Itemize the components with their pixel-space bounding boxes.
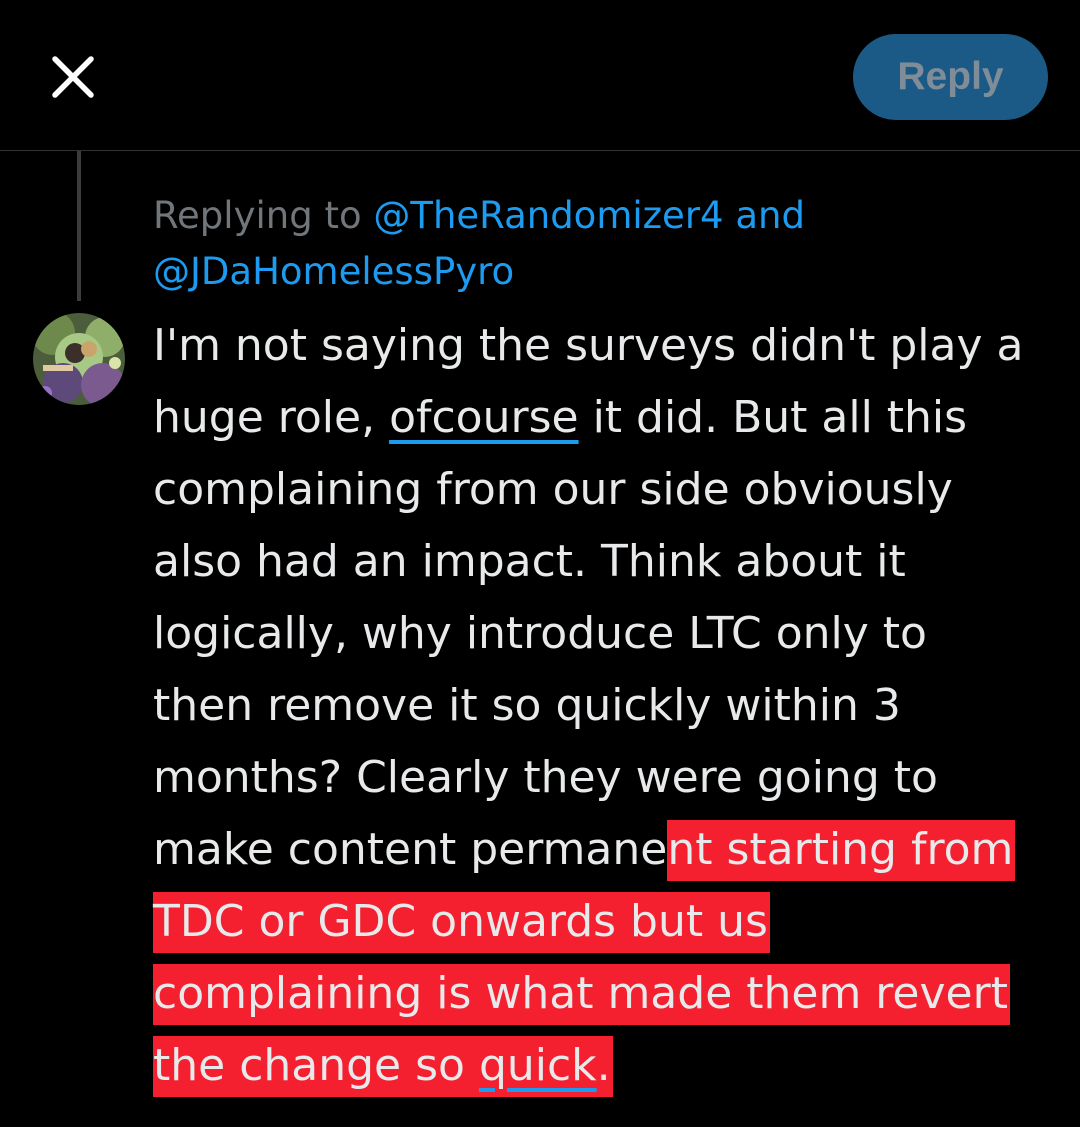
divider bbox=[0, 150, 1080, 151]
close-icon[interactable] bbox=[48, 52, 98, 102]
tweet-line: make content permanent starting from bbox=[153, 814, 1053, 886]
tweet-line: also had an impact. Think about it bbox=[153, 536, 906, 587]
mention-link-2[interactable]: @JDaHomelessPyro bbox=[153, 250, 514, 293]
tweet-text-segment: . bbox=[596, 1040, 611, 1091]
highlighted-text: nt starting from bbox=[667, 820, 1016, 881]
highlighted-text: TDC or GDC onwards but us bbox=[153, 892, 770, 953]
highlighted-text: complaining is what made them revert bbox=[153, 964, 1010, 1025]
tweet-line: then remove it so quickly within 3 bbox=[153, 680, 901, 731]
tweet-line: months? Clearly they were going to bbox=[153, 752, 938, 803]
tweet-line: huge role, ofcourse it did. But all this bbox=[153, 382, 1053, 454]
tweet-line: complaining is what made them revert bbox=[153, 958, 1053, 1030]
tweet-text-segment: make content permane bbox=[153, 824, 668, 875]
reply-button[interactable]: Reply bbox=[853, 34, 1048, 120]
hashtag-link-quick[interactable]: quick bbox=[479, 1040, 597, 1091]
replying-to: Replying to @TheRandomizer4 and @JDaHome… bbox=[153, 188, 1053, 300]
tweet-line: I'm not saying the surveys didn't play a bbox=[153, 320, 1024, 371]
avatar[interactable] bbox=[33, 313, 125, 405]
mention-link-1[interactable]: @TheRandomizer4 bbox=[373, 194, 723, 237]
tweet-line: complaining from our side obviously bbox=[153, 464, 953, 515]
tweet-text-segment: huge role, bbox=[153, 392, 390, 443]
replying-conjunction: and bbox=[723, 194, 805, 237]
tweet-line: the change so quick. bbox=[153, 1030, 1053, 1102]
tweet-text-segment: the change so bbox=[153, 1040, 479, 1091]
replying-prefix: Replying to bbox=[153, 194, 374, 237]
tweet-line: TDC or GDC onwards but us bbox=[153, 886, 1053, 958]
thread-line bbox=[77, 151, 81, 301]
highlighted-text: the change so quick. bbox=[153, 1036, 613, 1097]
tweet-text-segment: it did. But all this bbox=[578, 392, 968, 443]
top-bar: Reply bbox=[0, 0, 1080, 150]
tweet-text: I'm not saying the surveys didn't play a… bbox=[153, 310, 1053, 1102]
tweet-line: logically, why introduce LTC only to bbox=[153, 608, 927, 659]
hashtag-link-ofcourse[interactable]: ofcourse bbox=[389, 392, 579, 443]
